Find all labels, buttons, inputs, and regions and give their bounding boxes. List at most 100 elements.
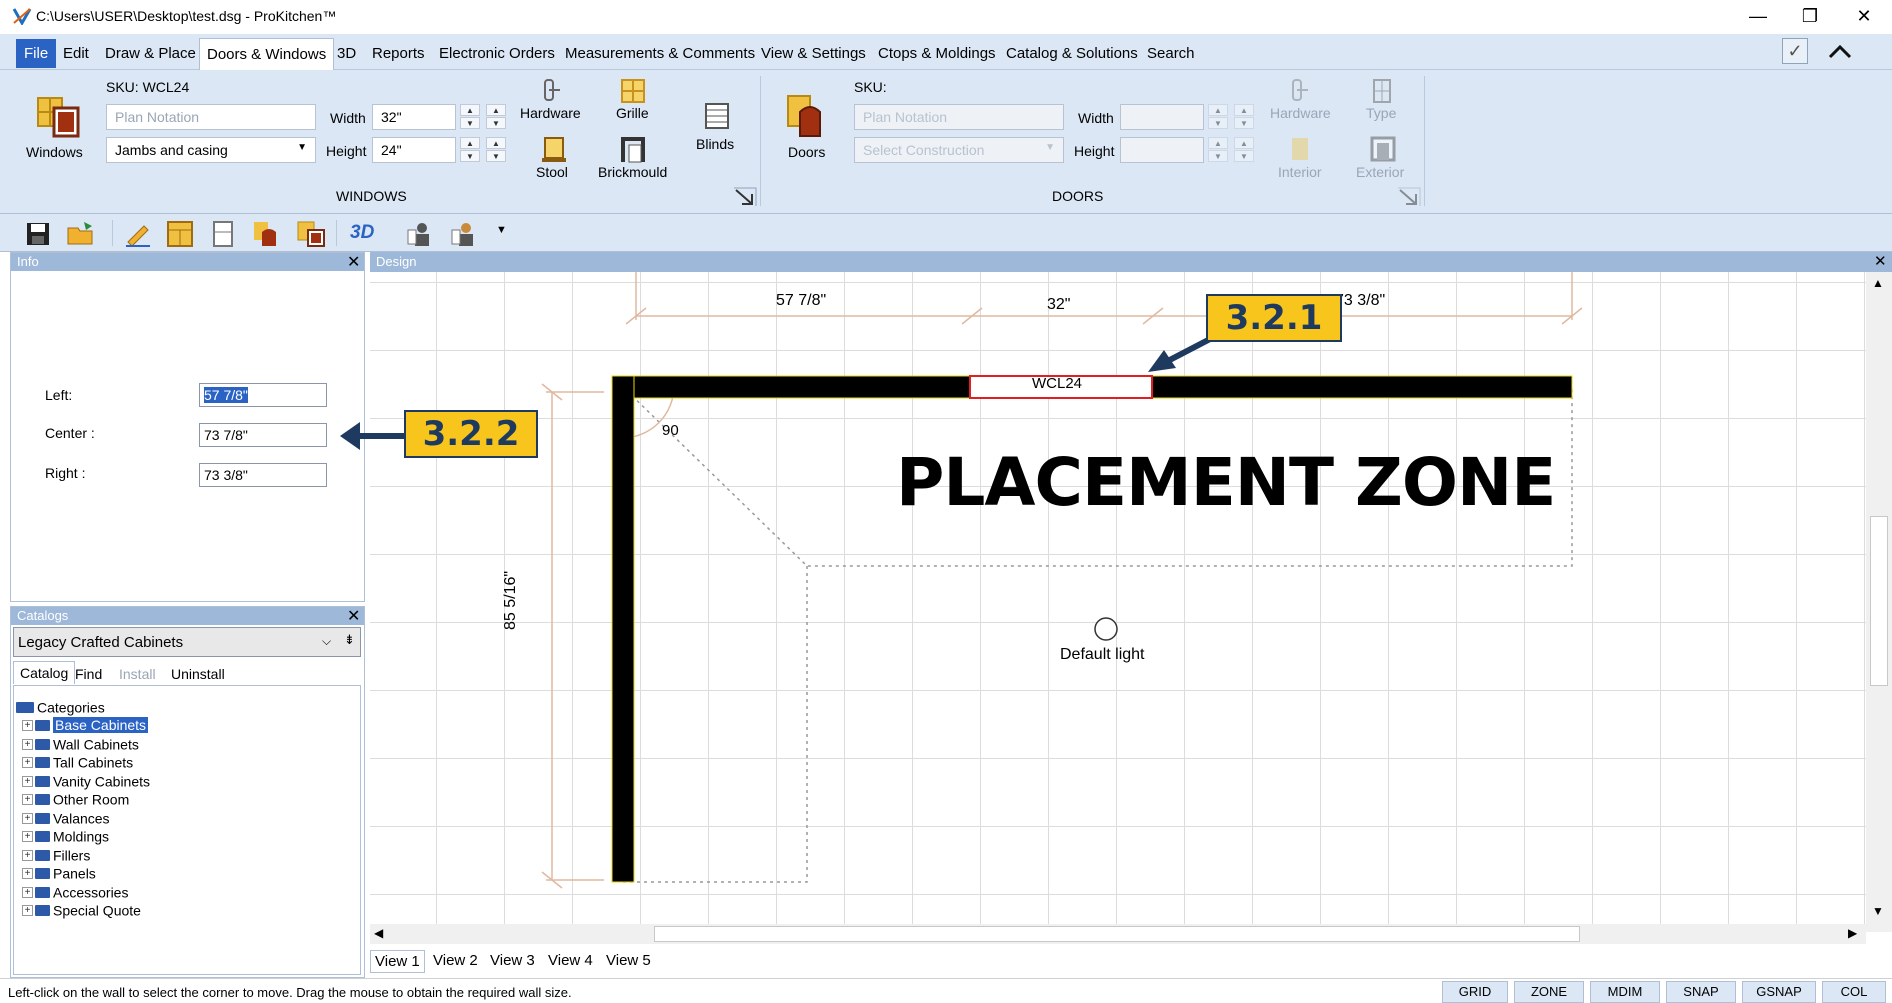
- horizontal-scroll-thumb[interactable]: [654, 926, 1580, 942]
- design-close-icon[interactable]: ✕: [1874, 252, 1887, 270]
- windows-button[interactable]: Windows: [26, 144, 83, 160]
- catalogs-panel-close-icon[interactable]: ✕: [347, 606, 360, 626]
- gsnap-toggle[interactable]: GSNAP: [1742, 981, 1816, 1003]
- hardware-button[interactable]: Hardware: [520, 105, 581, 121]
- menu-catalog-solutions[interactable]: Catalog & Solutions: [1001, 42, 1143, 65]
- checkmark-icon[interactable]: ✓: [1782, 38, 1808, 64]
- tree-item-panels[interactable]: + Panels: [22, 864, 96, 882]
- tree-item-moldings[interactable]: + Moldings: [22, 827, 109, 845]
- door-tool-icon[interactable]: [252, 220, 282, 248]
- zone-toggle[interactable]: ZONE: [1514, 981, 1584, 1003]
- catalog-select[interactable]: Legacy Crafted Cabinets ⌵ ⇟: [13, 627, 361, 657]
- doors-width-stepper[interactable]: ▲ ▼ ▲ ▼: [1208, 104, 1254, 130]
- tree-item-accessories[interactable]: + Accessories: [22, 883, 128, 901]
- view-3d-button[interactable]: 3D: [350, 222, 374, 244]
- menu-measurements-comments[interactable]: Measurements & Comments: [560, 42, 760, 65]
- person-report-icon[interactable]: [406, 220, 434, 248]
- interior-button[interactable]: Interior: [1278, 164, 1322, 180]
- windows-width-input[interactable]: 32": [372, 104, 456, 130]
- right-offset-input[interactable]: 73 3/8": [199, 463, 327, 487]
- tree-item-other-room[interactable]: + Other Room: [22, 790, 129, 808]
- tree-item-base-cabinets[interactable]: + Base Cabinets: [22, 716, 149, 734]
- scroll-up-icon[interactable]: ▲: [1872, 276, 1884, 290]
- blinds-button[interactable]: Blinds: [696, 136, 734, 152]
- expand-icon[interactable]: +: [22, 812, 33, 824]
- expand-icon[interactable]: +: [22, 849, 33, 861]
- mdim-toggle[interactable]: MDIM: [1590, 981, 1660, 1003]
- expand-icon[interactable]: +: [22, 867, 33, 879]
- design-canvas[interactable]: 57 7/8" 32" 73 3/8" 85 5/16" WCL24 90 PL…: [370, 272, 1870, 926]
- left-offset-input[interactable]: 57 7/8": [199, 383, 327, 407]
- door-type-button[interactable]: Type: [1366, 105, 1396, 121]
- doors-dialog-launcher-icon[interactable]: [1396, 186, 1422, 208]
- tab-catalog[interactable]: Catalog: [13, 661, 76, 684]
- tab-find[interactable]: Find: [71, 664, 106, 684]
- windows-plan-notation-input[interactable]: Plan Notation: [106, 104, 316, 130]
- doors-height-stepper[interactable]: ▲ ▼ ▲ ▼: [1208, 137, 1254, 163]
- tree-item-vanity-cabinets[interactable]: + Vanity Cabinets: [22, 772, 150, 790]
- menu-view-settings[interactable]: View & Settings: [756, 42, 871, 65]
- info-panel-close-icon[interactable]: ✕: [347, 252, 360, 272]
- tree-item-wall-cabinets[interactable]: + Wall Cabinets: [22, 735, 139, 753]
- close-button[interactable]: ✕: [1836, 0, 1892, 34]
- center-offset-input[interactable]: 73 7/8": [199, 423, 327, 447]
- tree-item-tall-cabinets[interactable]: + Tall Cabinets: [22, 753, 133, 771]
- horizontal-scrollbar[interactable]: ◀ ▶: [370, 924, 1866, 944]
- cabinet-icon[interactable]: [166, 220, 194, 248]
- menu-reports[interactable]: Reports: [367, 42, 430, 65]
- tab-view-1[interactable]: View 1: [370, 950, 425, 973]
- tab-view-3[interactable]: View 3: [486, 950, 539, 971]
- minimize-button[interactable]: —: [1730, 0, 1786, 34]
- menu-3d[interactable]: 3D: [332, 42, 361, 65]
- tree-item-valances[interactable]: + Valances: [22, 809, 110, 827]
- windows-height-input[interactable]: 24": [372, 137, 456, 163]
- windows-dialog-launcher-icon[interactable]: [732, 186, 758, 208]
- menu-edit[interactable]: Edit: [58, 42, 94, 65]
- col-toggle[interactable]: COL: [1822, 981, 1886, 1003]
- tall-cabinet-icon[interactable]: [210, 220, 236, 248]
- menu-draw-place[interactable]: Draw & Place: [100, 42, 201, 65]
- expand-icon[interactable]: +: [22, 756, 33, 768]
- menu-ctops-moldings[interactable]: Ctops & Moldings: [873, 42, 1001, 65]
- doors-button[interactable]: Doors: [788, 144, 825, 160]
- expand-icon[interactable]: +: [22, 719, 33, 731]
- catalog-menu-icon[interactable]: ⇟: [344, 632, 355, 648]
- person-order-icon[interactable]: [450, 220, 478, 248]
- menu-electronic-orders[interactable]: Electronic Orders: [434, 42, 560, 65]
- vertical-scroll-thumb[interactable]: [1870, 516, 1888, 686]
- doors-height-input[interactable]: [1120, 137, 1204, 163]
- expand-icon[interactable]: +: [22, 793, 33, 805]
- doors-plan-notation-input[interactable]: Plan Notation: [854, 104, 1064, 130]
- window-label[interactable]: WCL24: [1032, 375, 1082, 392]
- doors-width-input[interactable]: [1120, 104, 1204, 130]
- menu-search[interactable]: Search: [1142, 42, 1200, 65]
- open-folder-icon[interactable]: [66, 220, 96, 246]
- windows-width-stepper[interactable]: ▲ ▼ ▲ ▼: [460, 104, 506, 130]
- collapse-ribbon-icon[interactable]: [1826, 42, 1854, 62]
- toolbar-dropdown-icon[interactable]: ▼: [496, 224, 507, 236]
- exterior-button[interactable]: Exterior: [1356, 164, 1404, 180]
- tab-install[interactable]: Install: [115, 664, 160, 684]
- scroll-right-icon[interactable]: ▶: [1848, 926, 1857, 940]
- grid-toggle[interactable]: GRID: [1442, 981, 1508, 1003]
- windows-height-stepper[interactable]: ▲ ▼ ▲ ▼: [460, 137, 506, 163]
- windows-construction-select[interactable]: Jambs and casing ▼: [106, 137, 316, 163]
- tab-uninstall[interactable]: Uninstall: [167, 664, 229, 684]
- expand-icon[interactable]: +: [22, 904, 33, 916]
- expand-icon[interactable]: +: [22, 830, 33, 842]
- menu-doors-windows[interactable]: Doors & Windows: [199, 38, 335, 72]
- vertical-scrollbar[interactable]: ▲ ▼: [1866, 272, 1892, 932]
- tab-view-2[interactable]: View 2: [429, 950, 482, 971]
- restore-button[interactable]: ❐: [1782, 0, 1838, 34]
- grille-button[interactable]: Grille: [616, 105, 649, 121]
- door-hardware-button[interactable]: Hardware: [1270, 105, 1331, 121]
- tree-item-special-quote[interactable]: + Special Quote: [22, 901, 141, 919]
- draw-pencil-icon[interactable]: [124, 220, 152, 248]
- save-icon[interactable]: [26, 222, 50, 246]
- expand-icon[interactable]: +: [22, 886, 33, 898]
- expand-icon[interactable]: +: [22, 738, 33, 750]
- snap-toggle[interactable]: SNAP: [1666, 981, 1736, 1003]
- stool-button[interactable]: Stool: [536, 164, 568, 180]
- tab-view-4[interactable]: View 4: [544, 950, 597, 971]
- tree-item-fillers[interactable]: + Fillers: [22, 846, 90, 864]
